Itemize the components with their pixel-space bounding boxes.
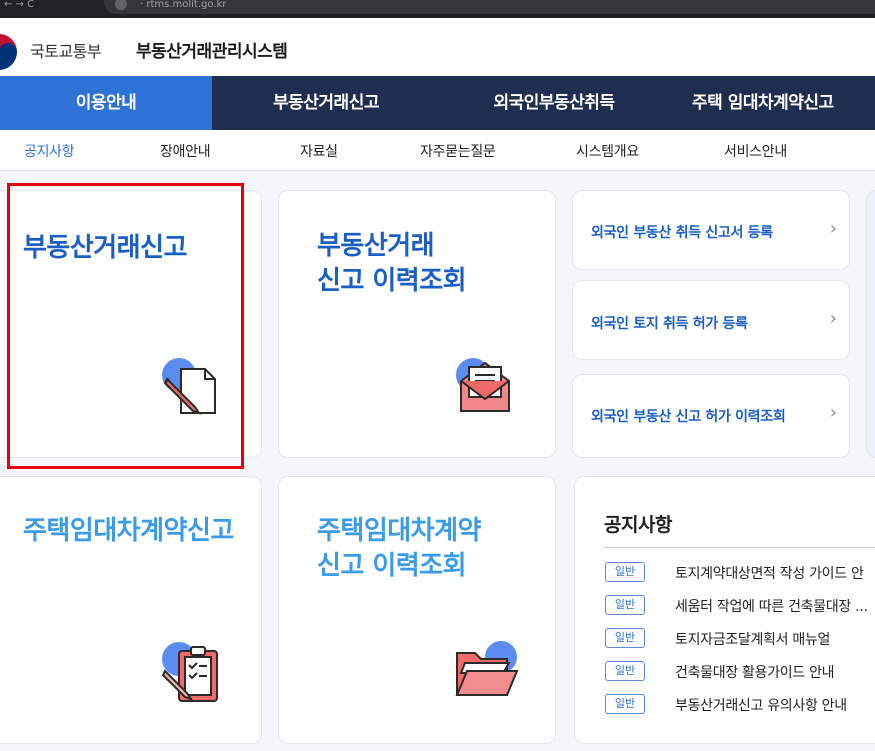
mail-envelope-icon <box>456 358 510 412</box>
subnav-notice[interactable]: 공지사항 <box>24 141 75 161</box>
chevron-right-icon: › <box>829 308 837 329</box>
status-badge: 일반 <box>605 661 645 681</box>
subnav-faq[interactable]: 자주묻는질문 <box>420 141 496 161</box>
notice-row[interactable]: 일반 건축물대장 활용가이드 안내 <box>605 661 875 683</box>
link-label: 외국인 토지 취득 허가 등록 <box>591 316 748 332</box>
card-title: 주택임대차계약신고 <box>23 516 234 546</box>
card-title-line2: 신고 이력조회 <box>317 266 467 296</box>
browser-nav-buttons[interactable]: ← → C <box>4 0 34 10</box>
card-title-line1: 주택임대차계약 <box>317 516 481 546</box>
government-logo-icon[interactable] <box>0 31 20 73</box>
notice-panel-title[interactable]: 공지사항 <box>604 510 672 537</box>
ministry-name[interactable]: 국토교통부 <box>30 38 102 62</box>
card-title-line2: 신고 이력조회 <box>317 551 467 581</box>
tab-lease-report[interactable]: 주택 임대차계약신고 <box>668 76 875 130</box>
main-nav: 이용안내 부동산거래신고 외국인부동산취득 주택 임대차계약신고 <box>0 76 875 130</box>
card-report-history[interactable]: 부동산거래 신고 이력조회 <box>278 190 556 458</box>
notice-row[interactable]: 일반 세움터 작업에 따른 건축물대장 ... <box>605 595 875 617</box>
clipboard-pen-icon <box>161 642 218 702</box>
status-badge: 일반 <box>605 628 645 648</box>
tab-foreign-acquisition[interactable]: 외국인부동산취득 <box>440 76 668 130</box>
card-lease-report[interactable]: 주택임대차계약신고 <box>0 476 262 744</box>
chevron-right-icon: › <box>829 402 837 423</box>
notice-text[interactable]: 건축물대장 활용가이드 안내 <box>675 662 835 682</box>
card-title-line1: 부동산거래 <box>317 231 435 261</box>
status-badge: 일반 <box>605 562 645 582</box>
site-header: 국토교통부 부동산거래관리시스템 <box>0 18 875 76</box>
system-title[interactable]: 부동산거래관리시스템 <box>136 37 288 62</box>
tab-guide[interactable]: 이용안내 <box>0 76 212 130</box>
status-badge: 일반 <box>605 595 645 615</box>
chevron-right-icon: › <box>829 218 837 239</box>
subnav-archive[interactable]: 자료실 <box>300 141 338 161</box>
link-label: 외국인 부동산 취득 신고서 등록 <box>591 225 773 241</box>
subnav-service-guide[interactable]: 서비스안내 <box>724 141 787 161</box>
divider <box>604 547 875 548</box>
folder-icon <box>455 641 519 696</box>
link-foreign-permit-history[interactable]: 외국인 부동산 신고 허가 이력조회 › <box>572 374 850 458</box>
notice-row[interactable]: 일반 토지자금조달계획서 매뉴얼 <box>605 628 875 650</box>
notice-row[interactable]: 일반 부동산거래신고 유의사항 안내 <box>605 694 875 716</box>
subnav-system-overview[interactable]: 시스템개요 <box>576 141 639 161</box>
sub-nav: 공지사항 장애안내 자료실 자주묻는질문 시스템개요 서비스안내 <box>0 130 875 171</box>
selection-highlight-box <box>7 183 244 469</box>
tab-real-estate-report[interactable]: 부동산거래신고 <box>212 76 440 130</box>
notice-text[interactable]: 부동산거래신고 유의사항 안내 <box>675 695 847 715</box>
card-lease-history[interactable]: 주택임대차계약 신고 이력조회 <box>278 476 556 744</box>
notice-text[interactable]: 세움터 작업에 따른 건축물대장 ... <box>675 596 868 616</box>
link-foreign-land-permit[interactable]: 외국인 토지 취득 허가 등록 › <box>572 280 850 360</box>
status-badge: 일반 <box>605 694 645 714</box>
link-foreign-acquisition-register[interactable]: 외국인 부동산 취득 신고서 등록 › <box>572 190 850 270</box>
side-banner-card[interactable] <box>866 190 875 458</box>
link-label: 외국인 부동산 신고 허가 이력조회 <box>591 409 786 425</box>
notice-text[interactable]: 토지계약대상면적 작성 가이드 안 <box>675 563 864 583</box>
address-text[interactable]: · rtms.molit.go.kr <box>140 0 226 10</box>
subnav-outage[interactable]: 장애안내 <box>160 141 211 161</box>
notice-row[interactable]: 일반 토지계약대상면적 작성 가이드 안 <box>605 562 875 584</box>
browser-toolbar: ← → C · rtms.molit.go.kr <box>0 0 875 18</box>
notice-text[interactable]: 토지자금조달계획서 매뉴얼 <box>675 629 830 649</box>
